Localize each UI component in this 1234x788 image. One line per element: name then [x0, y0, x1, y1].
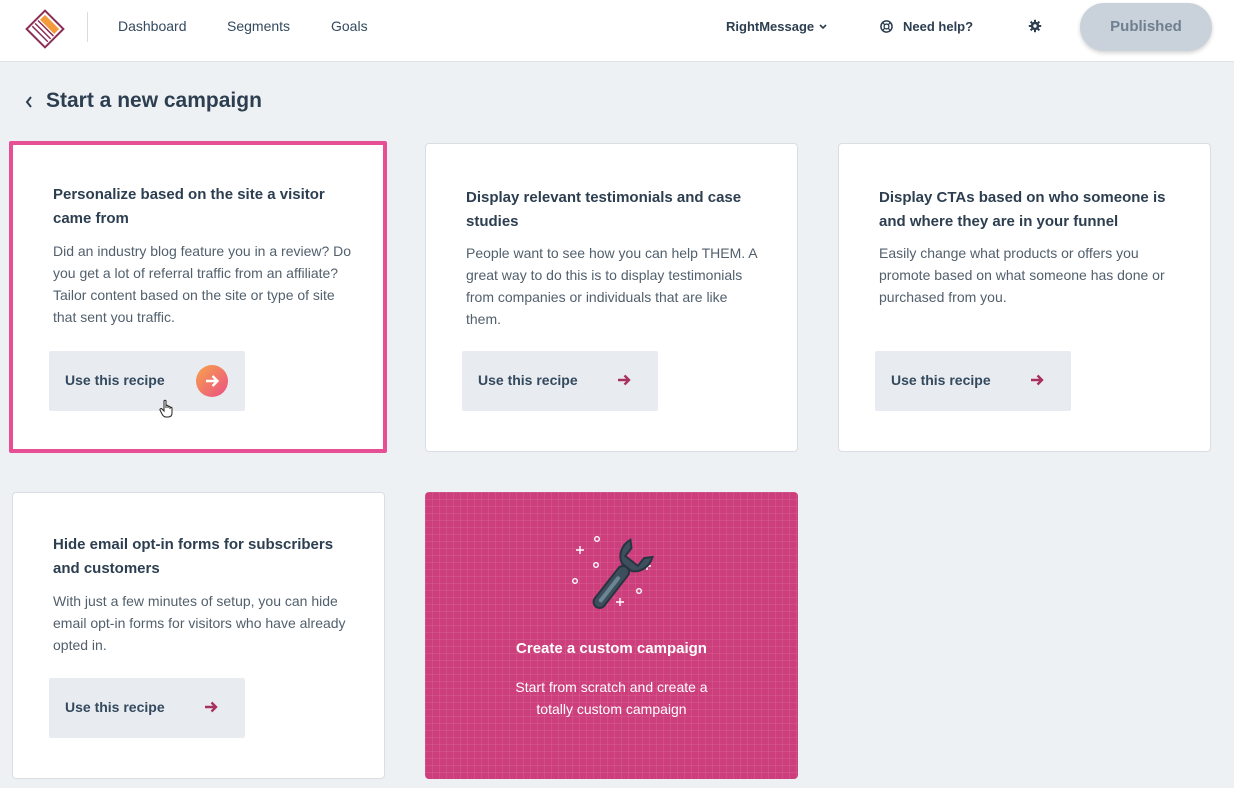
- logo-icon[interactable]: [25, 9, 65, 49]
- recipe-card-hide-optins[interactable]: Hide email opt-in forms for subscribers …: [12, 492, 385, 779]
- use-recipe-button[interactable]: Use this recipe: [462, 351, 658, 411]
- recipe-title: Display CTAs based on who someone is and…: [879, 189, 1166, 230]
- chevron-left-icon[interactable]: [24, 95, 34, 109]
- use-recipe-label: Use this recipe: [65, 699, 165, 715]
- nav-dashboard[interactable]: Dashboard: [118, 18, 187, 34]
- use-recipe-label: Use this recipe: [65, 372, 165, 388]
- use-recipe-label: Use this recipe: [478, 372, 578, 388]
- hand-cursor-icon: [159, 399, 173, 418]
- recipe-description: Easily change what products or offers yo…: [879, 245, 1165, 305]
- arrow-right-icon: [196, 365, 228, 397]
- recipe-title: Display relevant testimonials and case s…: [466, 189, 742, 230]
- custom-campaign-description: Start from scratch and create a totally …: [515, 679, 708, 717]
- recipe-title: Personalize based on the site a visitor …: [53, 186, 325, 227]
- help-circle-icon: [880, 20, 893, 33]
- use-recipe-button[interactable]: Use this recipe: [875, 351, 1071, 411]
- nav-goals[interactable]: Goals: [331, 18, 368, 34]
- top-navigation-bar: Dashboard Segments Goals RightMessage Ne…: [0, 0, 1234, 62]
- use-recipe-button[interactable]: Use this recipe: [49, 678, 245, 738]
- account-switcher[interactable]: RightMessage: [726, 19, 828, 34]
- help-label: Need help?: [903, 19, 974, 34]
- arrow-right-icon: [618, 374, 631, 386]
- arrow-right-icon: [1031, 374, 1044, 386]
- custom-campaign-card[interactable]: Create a custom campaign Start from scra…: [425, 492, 798, 779]
- recipe-card-referral-site[interactable]: Personalize based on the site a visitor …: [9, 141, 387, 453]
- arrow-right-icon: [205, 701, 218, 713]
- recipe-description: With just a few minutes of setup, you ca…: [53, 593, 346, 653]
- recipe-description: People want to see how you can help THEM…: [466, 245, 757, 327]
- help-link[interactable]: Need help?: [880, 19, 973, 34]
- account-label: RightMessage: [726, 19, 815, 34]
- recipe-title: Hide email opt-in forms for subscribers …: [53, 536, 334, 577]
- nav-segments[interactable]: Segments: [227, 18, 290, 34]
- gear-icon[interactable]: [1028, 19, 1042, 33]
- recipe-card-testimonials[interactable]: Display relevant testimonials and case s…: [425, 143, 798, 452]
- use-recipe-button[interactable]: Use this recipe: [49, 351, 245, 411]
- recipe-description: Did an industry blog feature you in a re…: [53, 243, 352, 325]
- published-button[interactable]: Published: [1080, 3, 1212, 51]
- page-title: Start a new campaign: [46, 89, 262, 112]
- use-recipe-label: Use this recipe: [891, 372, 991, 388]
- custom-campaign-title: Create a custom campaign: [516, 640, 707, 657]
- wrench-icon: [571, 536, 654, 609]
- topbar-divider: [87, 12, 88, 42]
- chevron-down-icon: [819, 23, 827, 29]
- recipe-card-funnel-ctas[interactable]: Display CTAs based on who someone is and…: [838, 143, 1211, 452]
